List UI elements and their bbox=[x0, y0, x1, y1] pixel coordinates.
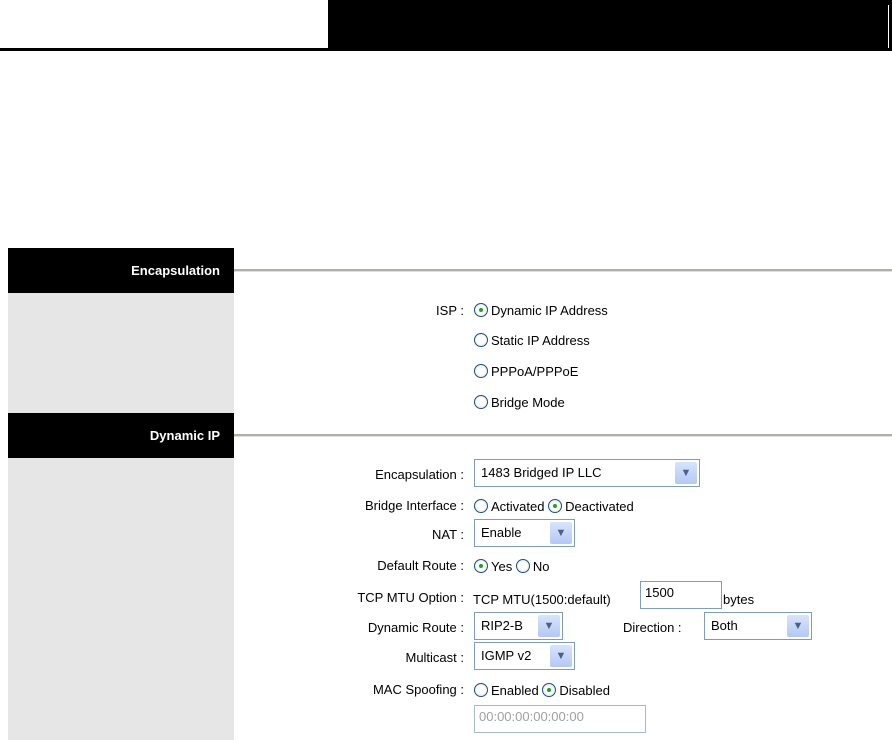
radio-icon[interactable] bbox=[474, 683, 488, 697]
default-route-no[interactable]: No bbox=[515, 559, 549, 574]
tcp-mtu-label: TCP MTU Option : bbox=[357, 590, 464, 605]
chevron-down-icon: ▼ bbox=[550, 522, 572, 544]
radio-icon[interactable] bbox=[474, 395, 488, 409]
chevron-down-icon: ▼ bbox=[675, 462, 697, 484]
mac-spoofing-radios: Enabled Disabled bbox=[474, 683, 610, 698]
bridge-deactivated[interactable]: Deactivated bbox=[548, 499, 634, 514]
radio-icon[interactable] bbox=[474, 364, 488, 378]
isp-label: ISP : bbox=[436, 303, 464, 318]
bridge-interface-label: Bridge Interface : bbox=[365, 498, 464, 513]
encapsulation-select[interactable]: 1483 Bridged IP LLC ▼ bbox=[474, 459, 700, 487]
isp-option-static[interactable]: Static IP Address bbox=[474, 333, 590, 348]
chevron-down-icon: ▼ bbox=[538, 615, 560, 637]
section-dynamic-ip: Dynamic IP bbox=[8, 413, 234, 458]
radio-checked-icon[interactable] bbox=[542, 683, 557, 697]
mac-address-input[interactable]: 00:00:00:00:00:00 bbox=[474, 705, 646, 733]
header-bar bbox=[328, 0, 892, 48]
radio-icon[interactable] bbox=[474, 499, 488, 513]
left-column bbox=[8, 248, 234, 740]
section-divider bbox=[234, 269, 892, 272]
radio-icon[interactable] bbox=[474, 333, 488, 347]
default-route-label: Default Route : bbox=[377, 558, 464, 573]
tcp-mtu-input[interactable]: 1500 bbox=[640, 581, 722, 609]
encapsulation-label: Encapsulation : bbox=[375, 467, 464, 482]
mac-enabled[interactable]: Enabled bbox=[474, 683, 539, 698]
default-route-radios: Yes No bbox=[474, 559, 549, 574]
multicast-select[interactable]: IGMP v2 ▼ bbox=[474, 642, 575, 670]
radio-checked-icon[interactable] bbox=[548, 499, 563, 513]
radio-icon[interactable] bbox=[515, 559, 530, 573]
direction-label: Direction : bbox=[623, 620, 682, 635]
chevron-down-icon: ▼ bbox=[787, 615, 809, 637]
header-edge bbox=[888, 5, 889, 48]
multicast-label: Multicast : bbox=[405, 650, 464, 665]
chevron-down-icon: ▼ bbox=[550, 645, 572, 667]
nat-label: NAT : bbox=[431, 527, 464, 542]
tcp-mtu-unit: bytes bbox=[723, 592, 755, 607]
mac-spoofing-label: MAC Spoofing : bbox=[372, 682, 464, 697]
default-route-yes[interactable]: Yes bbox=[474, 559, 512, 574]
dynamic-route-select[interactable]: RIP2-B ▼ bbox=[474, 612, 563, 640]
isp-option-bridge[interactable]: Bridge Mode bbox=[474, 395, 565, 410]
mac-disabled[interactable]: Disabled bbox=[542, 683, 610, 698]
dynamic-route-label: Dynamic Route : bbox=[367, 620, 464, 635]
direction-select[interactable]: Both ▼ bbox=[704, 612, 812, 640]
isp-option-pppoe[interactable]: PPPoA/PPPoE bbox=[474, 364, 578, 379]
tcp-mtu-prefix: TCP MTU(1500:default) bbox=[473, 592, 611, 607]
nat-select[interactable]: Enable ▼ bbox=[474, 519, 575, 547]
section-divider bbox=[234, 434, 892, 437]
radio-checked-icon[interactable] bbox=[474, 559, 488, 573]
header-divider bbox=[0, 48, 892, 51]
bridge-interface-radios: Activated Deactivated bbox=[474, 499, 634, 514]
isp-option-dynamic[interactable]: Dynamic IP Address bbox=[474, 303, 608, 318]
radio-checked-icon[interactable] bbox=[474, 303, 488, 317]
section-encapsulation: Encapsulation bbox=[8, 248, 234, 293]
bridge-activated[interactable]: Activated bbox=[474, 499, 544, 514]
